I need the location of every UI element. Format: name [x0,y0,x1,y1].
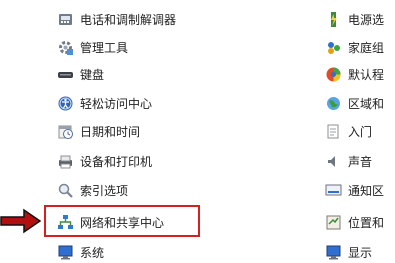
highlight-box [44,205,200,237]
item-homegroup[interactable]: 家庭组 [325,36,384,58]
item-label: 声音 [348,154,373,169]
default-programs-icon [325,66,342,83]
item-getting-started[interactable]: 入门 [325,120,372,142]
display-icon [325,244,342,261]
item-region[interactable]: 区域和 [325,92,384,114]
pointer-arrow-icon [0,208,42,234]
item-label: 入门 [348,124,373,139]
item-label: 家庭组 [348,40,385,55]
region-icon [325,95,342,112]
item-label: 显示 [348,245,373,260]
item-location[interactable]: 位置和 [325,211,384,233]
item-label: 默认程 [348,67,385,82]
homegroup-icon [325,39,342,56]
item-sound[interactable]: 声音 [325,150,372,172]
item-power-options[interactable]: 电源选 [325,8,384,30]
item-label: 电源选 [348,12,385,27]
location-icon [325,214,342,231]
getting-started-icon [325,123,342,140]
item-label: 位置和 [348,215,385,230]
power-options-icon [325,11,342,28]
sound-icon [325,153,342,170]
item-default-programs[interactable]: 默认程 [325,63,384,85]
item-notification-area[interactable]: 通知区 [325,179,384,201]
item-label: 通知区 [348,183,385,198]
notification-area-icon [325,182,342,199]
item-label: 区域和 [348,96,385,111]
